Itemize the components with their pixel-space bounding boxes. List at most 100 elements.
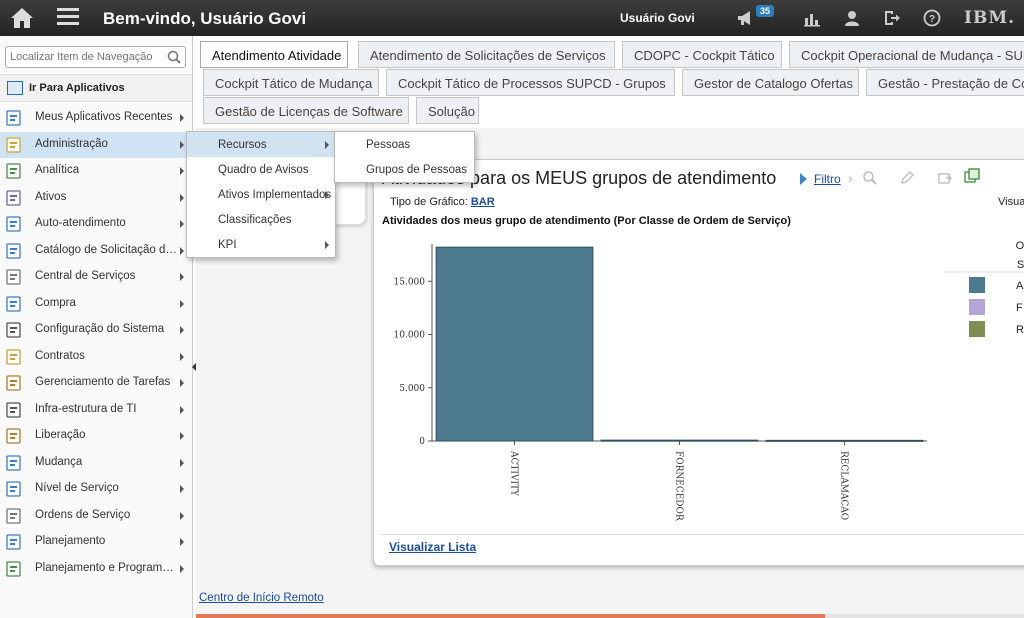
sidebar-item[interactable]: Planejamento e Programação [0, 556, 192, 583]
refresh-icon[interactable] [964, 168, 980, 184]
sidebar-item-label: Infra-estrutura de TI [35, 402, 137, 415]
ibm-logo: IBM. [964, 8, 1016, 28]
sidebar-item[interactable]: Ordens de Serviço [0, 503, 192, 530]
sidebar-item-label: Liberação [35, 429, 86, 441]
service-desk-icon [6, 269, 21, 285]
chevron-right-icon [325, 191, 329, 199]
menu-item-label: Recursos [218, 139, 267, 151]
goto-applications[interactable]: Ir Para Aplicativos [0, 74, 192, 102]
dashboard-tabs: Atendimento Atividade Atendimento de Soli… [196, 40, 1024, 128]
scheduling-icon [6, 560, 21, 577]
dashboard-tab[interactable]: Atendimento de Solicitações de Serviços [358, 41, 615, 68]
bar[interactable] [435, 246, 594, 442]
top-header: Bem-vindo, Usuário Govi Usuário Govi 35 … [0, 0, 1024, 36]
chevron-right-icon [180, 114, 184, 122]
download-icon[interactable] [937, 170, 953, 186]
menu-item[interactable]: Quadro de Avisos [187, 157, 335, 182]
bar-chart: Atividades dos meus grupo de atendimento… [382, 215, 1024, 521]
assets-icon [6, 189, 21, 206]
y-tick-label: 0 [419, 437, 425, 447]
portlet-divider [380, 534, 1024, 535]
filter-link[interactable]: Filtro [814, 172, 841, 186]
dashboard-tab[interactable]: Cockpit Operacional de Mudança - SUPCD [789, 41, 1024, 68]
dashboard-tab[interactable]: Gestor de Catalogo Ofertas [682, 69, 859, 96]
menu-item[interactable]: KPI [187, 232, 335, 257]
menu-item[interactable]: Pessoas [335, 132, 474, 157]
visualize-label[interactable]: Visua [998, 196, 1024, 208]
zoom-icon[interactable] [862, 170, 878, 186]
logout-icon[interactable] [883, 9, 901, 27]
menu-item[interactable]: Ativos Implementados [187, 182, 335, 207]
task-management-icon [6, 375, 21, 391]
admin-icon [6, 136, 21, 153]
sidebar-item-label: Mudança [35, 455, 83, 468]
chevron-right-icon [180, 326, 184, 334]
megaphone-icon[interactable] [736, 9, 754, 27]
sidebar-item[interactable]: Analítica [0, 158, 192, 185]
edit-icon[interactable] [899, 170, 915, 186]
sidebar-item[interactable]: Infra-estrutura de TI [0, 397, 192, 424]
user-name[interactable]: Usuário Govi [620, 11, 695, 25]
sidebar-item[interactable]: Planejamento [0, 529, 192, 556]
home-icon[interactable] [10, 7, 34, 29]
remote-start-center-link[interactable]: Centro de Início Remoto [199, 592, 324, 604]
system-config-icon [6, 322, 21, 338]
sidebar-item-label: Auto-atendimento [35, 217, 126, 229]
sidebar-item-label: Central de Serviços [35, 270, 136, 282]
menu-item-label: Ativos Implementados [218, 189, 332, 201]
legend-label: A [1016, 280, 1024, 292]
contracts-icon [6, 348, 21, 365]
sidebar-item[interactable]: Auto-atendimento [0, 211, 192, 238]
x-tick-label: RECLAMACAO [839, 451, 849, 520]
chevron-right-icon [325, 141, 329, 149]
svg-text:?: ? [929, 14, 935, 25]
dashboard-tab[interactable]: Gestão - Prestação de Contas [866, 69, 1024, 96]
filter-arrow-icon[interactable] [800, 173, 807, 185]
dashboard-tab[interactable]: CDOPC - Cockpit Tático [622, 41, 782, 68]
sidebar-item[interactable]: Compra [0, 291, 192, 318]
profile-icon[interactable] [843, 9, 861, 27]
dashboard-tab[interactable]: Cockpit Tático de Processos SUPCD - Grup… [386, 69, 675, 96]
bar[interactable] [600, 439, 759, 442]
sidebar-item[interactable]: Contratos [0, 344, 192, 371]
nav-search-input[interactable] [6, 47, 161, 67]
view-list-link[interactable]: Visualizar Lista [389, 540, 476, 554]
dashboard-tab[interactable]: Atendimento Atividade [200, 41, 348, 68]
loading-progress-bar [196, 614, 1024, 618]
sidebar-item[interactable]: Mudança [0, 450, 192, 477]
menu-item[interactable]: Classificações [187, 207, 335, 232]
sidebar-item-label: Nível de Serviço [35, 482, 119, 494]
hamburger-menu-icon[interactable] [57, 8, 79, 26]
menu-item-label: KPI [218, 239, 237, 251]
sidebar-item[interactable]: Liberação [0, 423, 192, 450]
dashboard-tab[interactable]: Gestão de Licenças de Software [203, 97, 409, 124]
menu-item-label: Grupos de Pessoas [366, 164, 468, 176]
dashboard-tab[interactable]: Cockpit Tático de Mudança [203, 69, 379, 96]
sidebar-item[interactable]: Configuração do Sistema [0, 317, 192, 344]
legend-swatch [969, 277, 985, 293]
dashboard-tab[interactable]: Solução [416, 97, 479, 124]
sidebar-item[interactable]: Nível de Serviço [0, 476, 192, 503]
sidebar-item[interactable]: Meus Aplicativos Recentes [0, 105, 192, 132]
resources-flyout-menu: Pessoas Grupos de Pessoas [334, 131, 475, 183]
sidebar-item[interactable]: Administração [0, 131, 192, 158]
menu-item[interactable]: Recursos [187, 132, 335, 157]
chart-type-label: Tipo de Gráfico: [390, 196, 468, 208]
sidebar-item[interactable]: Ativos [0, 185, 192, 212]
chevron-right-icon [180, 220, 184, 228]
sidebar-item-label: Configuração do Sistema [35, 323, 165, 335]
reports-icon[interactable] [803, 9, 821, 27]
chevron-right-icon [180, 299, 184, 308]
sidebar-item[interactable]: Catálogo de Solicitação de Serviço [0, 238, 192, 265]
menu-item[interactable]: Grupos de Pessoas [335, 157, 474, 182]
notification-badge[interactable]: 35 [756, 5, 775, 17]
sidebar-item-label: Analítica [35, 164, 80, 176]
chart-type-link[interactable]: BAR [471, 196, 495, 208]
sidebar-item[interactable]: Gerenciamento de Tarefas [0, 370, 192, 397]
sidebar-item[interactable]: Central de Serviços [0, 264, 192, 291]
change-icon [6, 454, 21, 471]
search-icon[interactable] [166, 49, 182, 65]
chevron-right-icon [180, 193, 184, 202]
menu-item-label: Quadro de Avisos [218, 164, 309, 176]
help-icon[interactable]: ? [923, 9, 941, 27]
